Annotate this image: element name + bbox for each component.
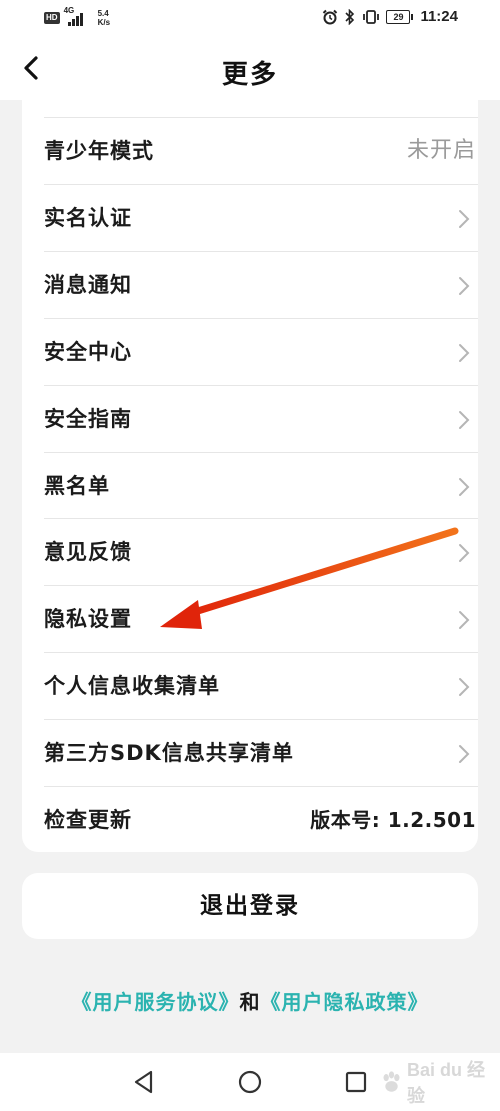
menu-item-label: 隐私设置: [44, 607, 132, 631]
signal-icon: 4G: [64, 6, 90, 28]
menu-item-teen-mode[interactable]: 青少年模式 未开启: [44, 117, 478, 184]
chevron-right-icon: [459, 611, 470, 629]
chevron-right-icon: [459, 478, 470, 496]
menu-item-label: 安全指南: [44, 407, 132, 431]
paw-icon: [383, 1071, 400, 1092]
chevron-right-icon: [459, 277, 470, 295]
page-title: 更多: [221, 60, 278, 90]
menu-item-privacy-settings[interactable]: 隐私设置: [44, 585, 478, 652]
nav-home-icon[interactable]: [237, 1069, 263, 1095]
chevron-right-icon: [459, 745, 470, 763]
chevron-right-icon: [459, 210, 470, 228]
menu-item-third-party-sdk-list[interactable]: 第三方SDK信息共享清单: [44, 719, 478, 786]
menu-item-personal-info-list[interactable]: 个人信息收集清单: [44, 652, 478, 719]
user-privacy-policy-link[interactable]: 《用户隐私政策》: [261, 990, 429, 1014]
nav-recents-icon[interactable]: [343, 1069, 369, 1095]
user-service-agreement-link[interactable]: 《用户服务协议》: [72, 990, 240, 1014]
speed-value: 5.4: [97, 9, 109, 18]
and-text: 和: [239, 990, 261, 1014]
agreement-links: 《用户服务协议》和《用户隐私政策》: [0, 986, 500, 1015]
status-right: 29 11:24: [322, 8, 458, 25]
menu-item-label: 意见反馈: [44, 540, 132, 564]
network-speed: 5.4 K/s: [98, 9, 110, 27]
top-app-bar: 更多: [0, 36, 500, 100]
speed-unit: K/s: [97, 18, 111, 27]
menu-item-label: 个人信息收集清单: [44, 674, 220, 698]
clock: 11:24: [420, 8, 458, 25]
alarm-icon: [323, 9, 338, 24]
menu-item-check-update[interactable]: 检查更新 版本号: 1.2.501: [44, 786, 478, 853]
menu-item-label: 实名认证: [44, 206, 132, 230]
menu-item-real-name[interactable]: 实名认证: [44, 184, 478, 251]
menu-item-notifications[interactable]: 消息通知: [44, 251, 478, 318]
menu-item-label: 安全中心: [44, 340, 132, 364]
menu-item-label: 第三方SDK信息共享清单: [44, 741, 294, 765]
menu-item-security-guide[interactable]: 安全指南: [44, 385, 478, 452]
menu-item-label: 青少年模式: [44, 139, 154, 163]
battery-icon: 29: [386, 9, 414, 24]
nav-back-icon[interactable]: [131, 1069, 157, 1095]
status-left: HD 4G 5.4 K/s: [44, 6, 110, 28]
chevron-right-icon: [459, 678, 470, 696]
settings-card: 青少年模式 未开启 实名认证 消息通知 安全中心 安全指南 黑名单 意见反馈 隐…: [22, 100, 478, 852]
status-bar: HD 4G 5.4 K/s 29 11:24: [0, 0, 500, 36]
menu-item-label: 消息通知: [44, 273, 132, 297]
menu-item-security-center[interactable]: 安全中心: [44, 318, 478, 385]
menu-item-blacklist[interactable]: 黑名单: [44, 452, 478, 519]
vibrate-icon: [363, 9, 380, 24]
bluetooth-icon: [345, 8, 355, 25]
chevron-right-icon: [459, 544, 470, 562]
menu-item-label: 黑名单: [44, 474, 110, 498]
teen-mode-status: 未开启: [406, 138, 476, 163]
baidu-watermark: Bai du 经验: [380, 1060, 492, 1106]
chevron-right-icon: [459, 344, 470, 362]
menu-item-label: 检查更新: [44, 808, 132, 832]
watermark-text: Bai du 经验: [407, 1060, 486, 1106]
version-number: 版本号: 1.2.501: [310, 808, 476, 832]
menu-item-feedback[interactable]: 意见反馈: [44, 518, 478, 585]
chevron-right-icon: [459, 411, 470, 429]
hd-badge: HD: [44, 12, 60, 24]
logout-button[interactable]: 退出登录: [22, 873, 478, 939]
